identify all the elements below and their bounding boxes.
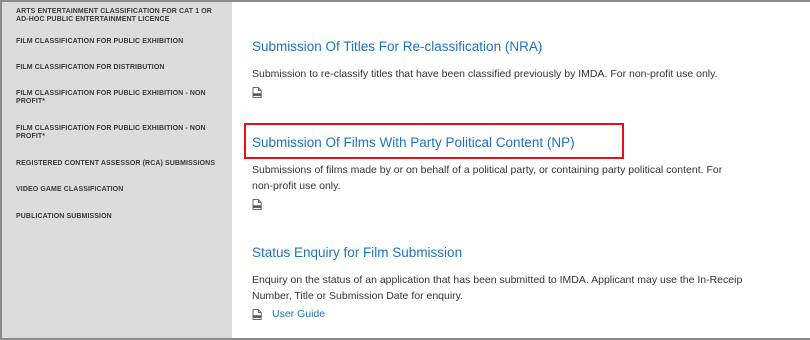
sidebar-item-film-distribution[interactable]: FILM CLASSIFICATION FOR DISTRIBUTION: [16, 64, 222, 72]
sidebar-item-film-public-exhibition[interactable]: FILM CLASSIFICATION FOR PUBLIC EXHIBITIO…: [16, 38, 222, 46]
document-icon[interactable]: [252, 308, 262, 320]
sidebar-item-video-game-classification[interactable]: VIDEO GAME CLASSIFICATION: [16, 186, 222, 194]
section-description-status-line-2: Number, Title or Submission Date for enq…: [252, 290, 464, 302]
section-description-np-line-2: non-profit use only.: [252, 180, 341, 192]
user-guide-link[interactable]: User Guide: [272, 308, 325, 320]
section-description-nra: Submission to re-classify titles that ha…: [252, 68, 718, 80]
section-status-enquiry: Status Enquiry for Film Submission Enqui…: [252, 244, 810, 320]
section-title-status-enquiry[interactable]: Status Enquiry for Film Submission: [252, 245, 462, 260]
section-np: Submission Of Films With Party Political…: [252, 134, 810, 214]
sidebar-item-rca-submissions[interactable]: REGISTERED CONTENT ASSESSOR (RCA) SUBMIS…: [16, 160, 222, 168]
user-guide-row: User Guide: [252, 308, 810, 320]
document-icon[interactable]: [252, 199, 262, 211]
section-nra: Submission Of Titles For Re-classificati…: [252, 38, 810, 102]
sidebar-item-arts-entertainment[interactable]: ARTS ENTERTAINMENT CLASSIFICATION FOR CA…: [16, 8, 222, 24]
section-title-np[interactable]: Submission Of Films With Party Political…: [252, 135, 575, 150]
sidebar-item-publication-submission[interactable]: PUBLICATION SUBMISSION: [16, 213, 222, 221]
document-icon[interactable]: [252, 87, 262, 99]
section-description-np-line-1: Submissions of films made by or on behal…: [252, 164, 723, 176]
main-content: Submission Of Titles For Re-classificati…: [232, 2, 810, 338]
screenshot-frame: ARTS ENTERTAINMENT CLASSIFICATION FOR CA…: [0, 0, 810, 340]
sidebar-item-film-public-exhibition-non-profit-2[interactable]: FILM CLASSIFICATION FOR PUBLIC EXHIBITIO…: [16, 125, 222, 141]
section-title-nra[interactable]: Submission Of Titles For Re-classificati…: [252, 39, 542, 54]
sidebar: ARTS ENTERTAINMENT CLASSIFICATION FOR CA…: [2, 2, 232, 338]
sidebar-item-film-public-exhibition-non-profit-1[interactable]: FILM CLASSIFICATION FOR PUBLIC EXHIBITIO…: [16, 90, 222, 106]
section-description-status-line-1: Enquiry on the status of an application …: [252, 274, 743, 286]
